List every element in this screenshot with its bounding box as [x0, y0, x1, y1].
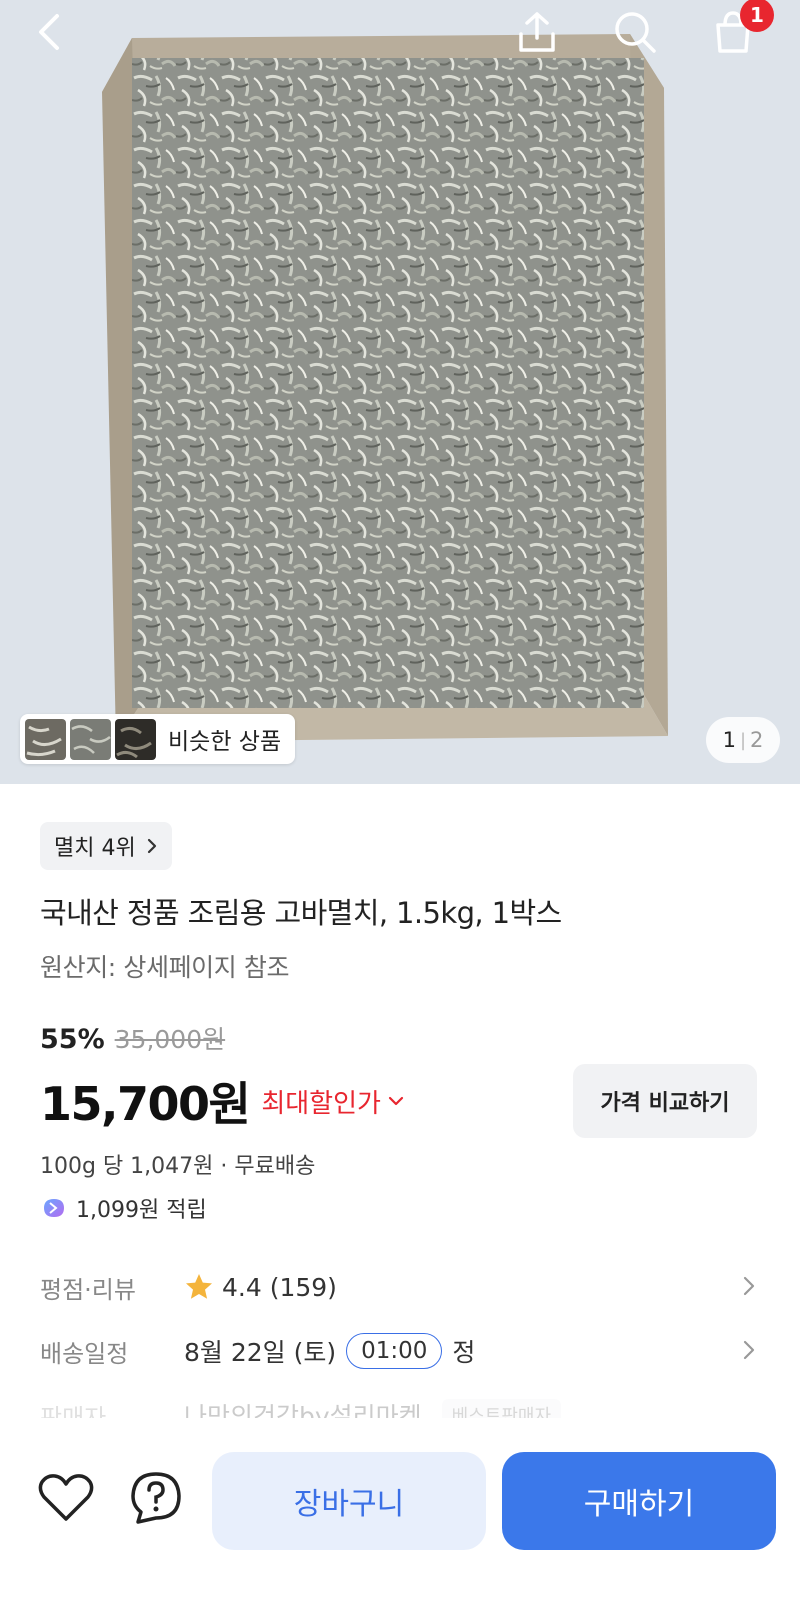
similar-thumb-3 [115, 718, 156, 760]
discount-row: 55% 35,000원 [40, 1020, 225, 1056]
heart-icon [38, 1474, 94, 1521]
search-icon [615, 12, 656, 53]
similar-thumb-2 [70, 718, 111, 760]
top-bar: 1 [0, 0, 800, 90]
chevron-left-icon [39, 14, 59, 50]
delivery-value-group: 8월 22일 (토) 01:00 정 [184, 1333, 475, 1369]
reward-points-text: 1,099원 적립 [76, 1198, 207, 1223]
question-icon [131, 1472, 181, 1524]
chevron-right-icon [743, 1276, 755, 1296]
bottom-action-bar: 장바구니 구매하기 [0, 1418, 800, 1618]
similar-products-button[interactable]: 비슷한 상품 [20, 714, 296, 764]
category-rank-chip[interactable]: 멸치 4위 [40, 822, 172, 870]
rating-value-group: 4.4 (159) [184, 1272, 337, 1302]
delivery-key: 배송일정 [40, 1339, 129, 1368]
unit-price-shipping: 100g 당 1,047원 · 무료배송 [40, 1154, 316, 1179]
wishlist-button[interactable] [36, 1468, 96, 1528]
back-button[interactable] [20, 2, 80, 62]
product-title: 국내산 정품 조림용 고바멸치, 1.5kg, 1박스 [40, 896, 562, 930]
share-icon [519, 12, 555, 52]
delivery-schedule-row[interactable]: 배송일정 8월 22일 (토) 01:00 정 [40, 1326, 760, 1376]
max-discount-label: 최대할인가 [261, 1088, 381, 1119]
add-to-cart-button[interactable]: 장바구니 [212, 1452, 486, 1550]
share-button[interactable] [507, 2, 567, 62]
chevron-right-icon [147, 838, 156, 854]
reward-points: 1,099원 적립 [40, 1192, 207, 1224]
buy-now-button[interactable]: 구매하기 [502, 1452, 776, 1550]
pager-separator: | [739, 729, 747, 751]
sale-price: 15,700원 [40, 1077, 251, 1131]
image-pager: 1 | 2 [706, 717, 780, 763]
max-discount-toggle[interactable]: 최대할인가 [261, 1083, 405, 1120]
rating-value: 4.4 (159) [222, 1272, 337, 1302]
cart-count-badge: 1 [740, 0, 774, 32]
product-origin: 원산지: 상세페이지 참조 [40, 953, 290, 982]
pager-total: 2 [750, 728, 764, 752]
chevron-right-icon [743, 1340, 755, 1360]
similar-thumb-1 [25, 718, 66, 760]
price-row: 15,700원 최대할인가 [40, 1068, 405, 1134]
delivery-date: 8월 22일 (토) [184, 1338, 337, 1367]
delivery-suffix: 정 [452, 1338, 476, 1367]
original-price: 35,000원 [114, 1025, 226, 1054]
search-button[interactable] [605, 2, 665, 62]
price-compare-button[interactable]: 가격 비교하기 [573, 1064, 757, 1138]
similar-products-label: 비슷한 상품 [168, 729, 282, 755]
rank-label: 멸치 4위 [54, 836, 136, 861]
inquiry-button[interactable] [126, 1468, 186, 1528]
pager-current: 1 [722, 728, 736, 752]
product-image-gallery[interactable]: 1 비슷한 상품 1 | 2 [0, 0, 800, 784]
product-photo [0, 0, 800, 784]
delivery-time: 01:00 [346, 1333, 443, 1369]
reward-points-icon [44, 1199, 64, 1217]
discount-rate: 55% [40, 1024, 105, 1055]
rating-key: 평점·리뷰 [40, 1275, 136, 1304]
rating-review-row[interactable]: 평점·리뷰 4.4 (159) [40, 1262, 760, 1312]
star-icon [186, 1274, 212, 1299]
chevron-down-icon [388, 1096, 404, 1106]
